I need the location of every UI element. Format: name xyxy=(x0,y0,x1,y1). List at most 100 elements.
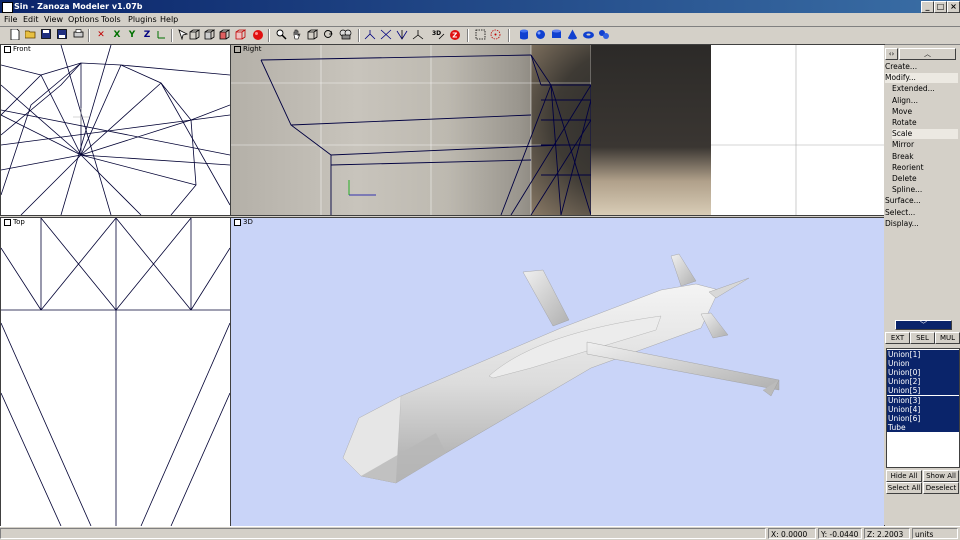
menu-file[interactable]: File xyxy=(4,14,17,26)
perspective-label-text: 3D xyxy=(243,218,253,226)
command-item-surface[interactable]: Surface... xyxy=(885,196,958,206)
window-title: Sin - Zanoza Modeler v1.07b xyxy=(14,2,143,11)
command-item-align[interactable]: Align... xyxy=(892,96,958,106)
command-item-rotate[interactable]: Rotate xyxy=(892,118,958,128)
cone-icon[interactable] xyxy=(566,29,578,41)
menu-options[interactable]: Options xyxy=(68,14,99,26)
cube-shaded-icon[interactable] xyxy=(218,29,230,41)
torus-icon[interactable] xyxy=(582,29,594,41)
axis-y-button[interactable]: Y xyxy=(126,29,138,41)
command-item-reorient[interactable]: Reorient xyxy=(892,163,958,173)
right-label-text: Right xyxy=(243,45,262,53)
cube-textured-icon[interactable] xyxy=(234,29,246,41)
face-tool-icon[interactable] xyxy=(396,29,408,41)
select-all-button[interactable]: Select All xyxy=(886,482,922,494)
object-list-item[interactable]: Union xyxy=(887,359,959,369)
viewport-menu-icon[interactable] xyxy=(234,218,241,226)
command-item-move[interactable]: Move xyxy=(892,107,958,117)
zoom-icon[interactable] xyxy=(275,29,287,41)
object-list-item[interactable]: Union[4] xyxy=(887,404,959,414)
z-badge-icon[interactable]: Z xyxy=(449,29,461,41)
top-viewport-label[interactable]: Top xyxy=(3,218,26,227)
axis-x-button[interactable]: X xyxy=(111,29,123,41)
right-viewport-label[interactable]: Right xyxy=(233,45,262,54)
command-item-display[interactable]: Display... xyxy=(885,219,958,229)
spline-object-icon[interactable] xyxy=(598,29,610,41)
new-file-icon[interactable] xyxy=(9,28,21,41)
right-viewport[interactable]: Right xyxy=(230,44,885,216)
command-item-create[interactable]: Create... xyxy=(885,62,958,72)
open-folder-icon[interactable] xyxy=(24,29,36,41)
save-as-icon[interactable] xyxy=(56,29,68,41)
ext-mode-button[interactable]: EXT xyxy=(885,332,910,344)
object-list-item[interactable]: Tube xyxy=(887,422,959,432)
circle-select-icon[interactable] xyxy=(489,29,501,41)
viewport-menu-icon[interactable] xyxy=(4,45,11,53)
menu-edit[interactable]: Edit xyxy=(23,14,39,26)
scroll-up-button[interactable]: ︿ xyxy=(899,48,956,60)
coord-x: X: 0.0000 xyxy=(768,528,816,539)
object-list-item[interactable]: Union[2] xyxy=(887,377,959,387)
object-list[interactable]: Union[1] Union Union[0] Union[2] Union[5] Uni… xyxy=(886,348,960,468)
front-viewport-label[interactable]: Front xyxy=(3,45,32,54)
toolbar-separator xyxy=(508,29,510,42)
rotate-view-icon[interactable] xyxy=(322,29,334,41)
sphere-icon[interactable] xyxy=(534,29,546,41)
minimize-button[interactable]: _ xyxy=(921,1,934,13)
command-item-break[interactable]: Break xyxy=(892,152,958,162)
camera-icon[interactable] xyxy=(339,29,352,41)
vertex-tool-icon[interactable] xyxy=(364,29,376,41)
object-axes-icon[interactable] xyxy=(412,29,424,41)
coords-icon[interactable]: 3D xyxy=(432,29,445,41)
region-select-icon[interactable] xyxy=(474,29,486,41)
scroll-down-button[interactable]: ﹀ xyxy=(895,320,952,330)
menu-plugins[interactable]: Plugins xyxy=(128,14,157,26)
tube-icon[interactable] xyxy=(550,29,562,41)
object-list-item[interactable]: Union[5] xyxy=(887,386,959,396)
pan-hand-icon[interactable] xyxy=(291,29,303,41)
viewport-menu-icon[interactable] xyxy=(4,218,11,226)
maximize-button[interactable]: □ xyxy=(934,1,947,13)
object-list-item[interactable]: Union[6] xyxy=(887,413,959,423)
perspective-viewport-label[interactable]: 3D xyxy=(233,218,254,227)
menu-help[interactable]: Help xyxy=(160,14,178,26)
print-icon[interactable] xyxy=(72,29,84,41)
status-message xyxy=(0,528,766,539)
command-item-extended[interactable]: Extended... xyxy=(892,84,958,94)
edge-tool-icon[interactable] xyxy=(380,29,392,41)
app-icon xyxy=(2,2,13,13)
command-item-delete[interactable]: Delete xyxy=(892,174,958,184)
cylinder-icon[interactable] xyxy=(518,29,530,41)
axis-z-button[interactable]: Z xyxy=(141,29,153,41)
menu-tools[interactable]: Tools xyxy=(101,14,121,26)
render-sphere-icon[interactable] xyxy=(252,29,264,41)
mul-mode-button[interactable]: MUL xyxy=(935,332,960,344)
top-viewport[interactable]: Top xyxy=(0,217,231,527)
delete-icon[interactable]: ✕ xyxy=(95,29,107,41)
fit-view-icon[interactable] xyxy=(306,29,318,41)
hide-all-button[interactable]: Hide All xyxy=(886,470,922,482)
coord-z: Z: 2.2003 xyxy=(864,528,910,539)
perspective-viewport[interactable]: 3D xyxy=(230,217,885,527)
panel-pin-icon[interactable]: ‹› xyxy=(885,48,898,60)
sel-mode-button[interactable]: SEL xyxy=(910,332,935,344)
cube-solid-icon[interactable] xyxy=(203,29,215,41)
command-item-mirror[interactable]: Mirror xyxy=(892,140,958,150)
command-item-modify[interactable]: Modify... xyxy=(885,73,958,84)
command-item-select[interactable]: Select... xyxy=(885,208,958,218)
command-item-scale[interactable]: Scale xyxy=(892,129,958,140)
save-icon[interactable] xyxy=(40,29,52,41)
front-viewport[interactable]: Front xyxy=(0,44,231,216)
close-button[interactable]: × xyxy=(947,1,960,13)
object-list-item[interactable]: Union[3] xyxy=(887,395,959,405)
deselect-button[interactable]: Deselect xyxy=(923,482,959,494)
object-list-item[interactable]: Union[1] xyxy=(887,350,959,359)
command-item-spline[interactable]: Spline... xyxy=(892,185,958,195)
object-list-item[interactable]: Union[0] xyxy=(887,368,959,378)
cube-wire-icon[interactable] xyxy=(188,29,200,41)
missile-model xyxy=(342,253,780,484)
menu-view[interactable]: View xyxy=(44,14,63,26)
axis-triad-icon[interactable] xyxy=(155,29,167,41)
show-all-button[interactable]: Show All xyxy=(923,470,959,482)
viewport-menu-icon[interactable] xyxy=(234,45,241,53)
